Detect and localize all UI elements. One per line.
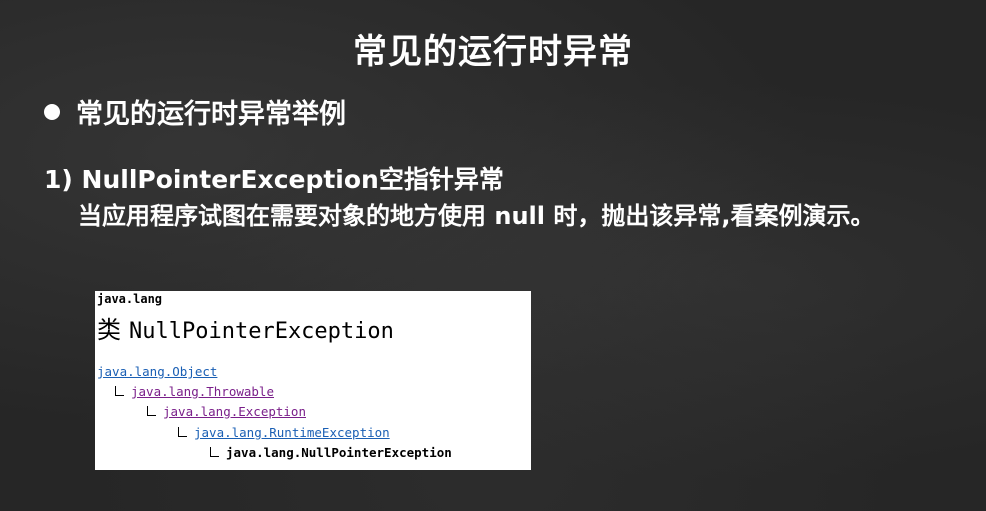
link-java-lang-runtimeexception[interactable]: java.lang.RuntimeException xyxy=(194,425,390,440)
bullet-item: 常见的运行时异常举例 xyxy=(44,92,346,131)
class-keyword: 类 xyxy=(97,316,121,344)
hierarchy-level-0: java.lang.Object xyxy=(97,364,217,379)
hierarchy-level-1: java.lang.Throwable xyxy=(115,384,274,399)
hierarchy-level-4: java.lang.NullPointerException xyxy=(210,445,452,460)
package-label: java.lang xyxy=(97,292,163,306)
hierarchy-level-3: java.lang.RuntimeException xyxy=(178,425,390,440)
item-description: 当应用程序试图在需要对象的地方使用 null 时，抛出该异常,看案例演示。 xyxy=(78,202,875,230)
link-java-lang-exception[interactable]: java.lang.Exception xyxy=(163,404,306,419)
tree-branch-icon xyxy=(115,386,124,396)
link-java-lang-throwable[interactable]: java.lang.Throwable xyxy=(131,384,274,399)
bullet-text: 常见的运行时异常举例 xyxy=(76,99,346,130)
link-java-lang-object[interactable]: java.lang.Object xyxy=(97,364,217,379)
bullet-dot-icon xyxy=(44,103,60,120)
slide-title: 常见的运行时异常 xyxy=(353,32,633,72)
javadoc-screenshot-panel: java.lang 类 NullPointerException java.lan… xyxy=(95,291,531,470)
hierarchy-level-2: java.lang.Exception xyxy=(147,404,306,419)
class-name: NullPointerException xyxy=(129,319,394,344)
item-title: 1) NullPointerException空指针异常 xyxy=(44,165,504,194)
class-heading: 类 NullPointerException xyxy=(97,310,394,345)
tree-branch-icon xyxy=(147,406,156,416)
tree-branch-icon xyxy=(210,447,219,457)
tree-branch-icon xyxy=(178,427,187,437)
current-class-name: java.lang.NullPointerException xyxy=(226,445,452,460)
